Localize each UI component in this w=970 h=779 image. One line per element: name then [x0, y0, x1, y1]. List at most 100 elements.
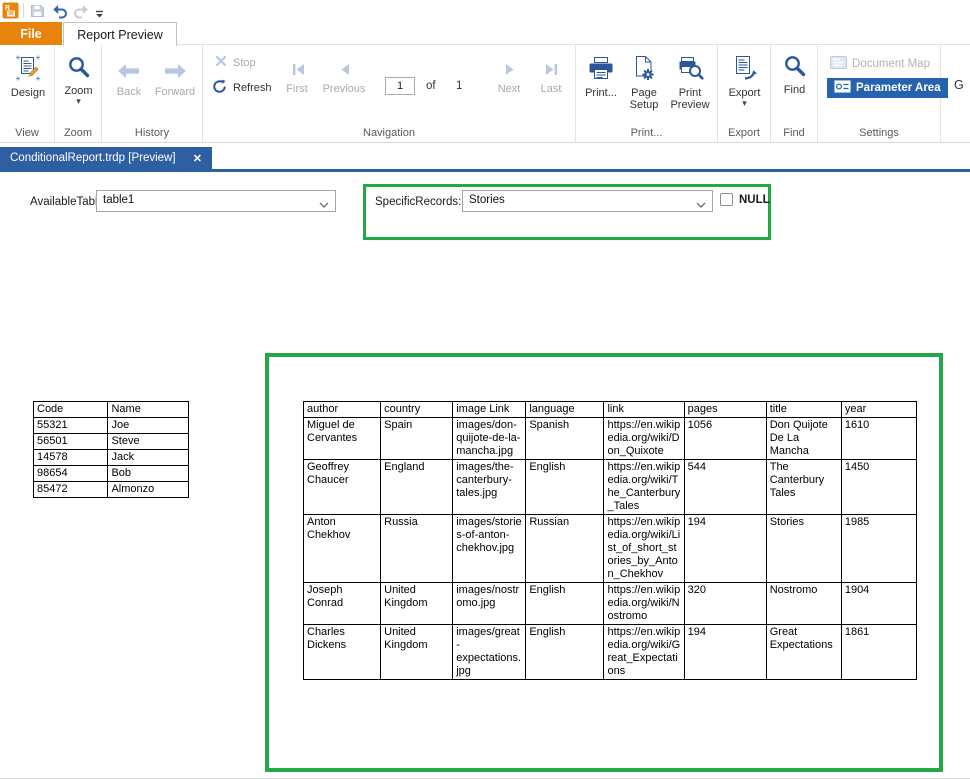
table-cell: https://en.wikipedia.org/wiki/The_Canter…: [603, 459, 685, 515]
table-cell: 194: [683, 624, 767, 680]
table-cell: Jack: [107, 449, 189, 466]
print-preview-icon: [665, 52, 715, 84]
back-button[interactable]: Back: [108, 59, 150, 98]
table-cell: 55321: [32, 417, 109, 434]
stop-button[interactable]: Stop: [215, 55, 256, 70]
print-label: Print...: [585, 87, 617, 99]
column-header: Name: [107, 401, 189, 418]
group-navigation: Stop Refresh First Previous 1 of 1 Next …: [203, 45, 576, 142]
group-zoom: Zoom ▾ Zoom: [55, 45, 102, 142]
table-row: 85472 Almonzo: [32, 481, 189, 498]
table-row: 14578 Jack: [32, 449, 189, 466]
books-table: author country image Link language link pages…: [302, 401, 918, 680]
print-preview-button[interactable]: Print Preview: [665, 52, 715, 111]
table: Code Name 55321 Joe 56501 Steve 14578 Jack 98654…: [32, 401, 189, 498]
parameter-area-label: Parameter Area: [856, 82, 941, 94]
first-page-button[interactable]: First: [277, 58, 317, 95]
group-settings: Document Map Parameter Area Settings: [818, 45, 948, 142]
next-page-label: Next: [497, 83, 521, 95]
column-header: link: [603, 401, 685, 418]
last-page-button[interactable]: Last: [531, 58, 571, 95]
table-cell: English: [525, 582, 605, 625]
table-cell: United Kingdom: [380, 582, 454, 625]
print-preview-label: Print Preview: [670, 87, 710, 111]
page-setup-label: Page Setup: [629, 87, 659, 111]
table-cell: images/the-canterbury-tales.jpg: [452, 459, 527, 515]
group-history: Back Forward History: [102, 45, 203, 142]
document-map-icon: [830, 56, 847, 72]
previous-page-icon: [317, 58, 371, 80]
app-logo-icon: R: [2, 2, 19, 24]
page-of-label: of: [426, 80, 436, 92]
design-icon: [7, 52, 49, 84]
column-header: year: [840, 401, 918, 418]
table-row: 98654 Bob: [32, 465, 189, 482]
null-checkbox-label: NULL: [739, 194, 770, 206]
tab-report-preview[interactable]: Report Preview: [63, 22, 177, 46]
table-cell: https://en.wikipedia.org/wiki/Nostromo: [603, 582, 685, 625]
chevron-down-icon: [319, 199, 329, 211]
table-cell: images/stories-of-anton-chekhov.jpg: [452, 514, 527, 583]
redo-icon[interactable]: [73, 4, 90, 24]
page-setup-button[interactable]: Page Setup: [623, 52, 665, 111]
zoom-button[interactable]: Zoom ▾: [60, 54, 97, 106]
table-cell: https://en.wikipedia.org/wiki/Don_Quixot…: [603, 417, 685, 460]
ribbon: Design View Zoom ▾ Zoom Back Forward His…: [0, 45, 970, 143]
refresh-icon: [212, 79, 227, 97]
table-row: 55321 Joe: [32, 417, 189, 434]
table-row: Anton Chekhov Russia images/stories-of-ant…: [302, 514, 918, 583]
tab-file[interactable]: File: [0, 22, 62, 45]
document-tab-strip: ConditionalReport.trdp [Preview] ✕: [0, 147, 970, 172]
table-cell: 1610: [840, 417, 918, 460]
table-cell: 320: [683, 582, 767, 625]
null-checkbox[interactable]: [720, 193, 733, 206]
parameter-area-button[interactable]: Parameter Area: [827, 78, 948, 98]
table-cell: 1861: [840, 624, 918, 680]
stop-icon: [215, 55, 227, 70]
group-view: Design View: [0, 45, 55, 142]
print-button[interactable]: Print...: [579, 52, 623, 99]
next-page-button[interactable]: Next: [489, 58, 529, 95]
group-find: Find Find: [771, 45, 818, 142]
specific-records-value: Stories: [469, 194, 505, 206]
table-row: Geoffrey Chaucer England images/the-canter…: [302, 459, 918, 515]
zoom-icon: [60, 54, 97, 82]
undo-icon[interactable]: [51, 4, 68, 24]
zoom-dropdown-caret-icon: ▾: [76, 96, 81, 106]
group-label-zoom: Zoom: [63, 127, 93, 139]
save-icon[interactable]: [30, 3, 45, 23]
next-page-icon: [489, 58, 529, 80]
available-table-dropdown[interactable]: table1: [96, 190, 336, 212]
page-count-label: 1: [456, 80, 463, 92]
table-cell: 1450: [840, 459, 918, 515]
find-button[interactable]: Find: [775, 53, 814, 96]
export-icon: [722, 52, 767, 84]
refresh-button[interactable]: Refresh: [212, 79, 272, 97]
group-export: Export ▾ Export: [718, 45, 771, 142]
document-map-button[interactable]: Document Map: [830, 56, 930, 72]
table-row: Miguel de Cervantes Spain images/don-quijo…: [302, 417, 918, 460]
specific-records-label: SpecificRecords:: [375, 196, 462, 208]
clipped-group-text: G: [954, 78, 964, 92]
table-cell: Charles Dickens: [302, 624, 382, 680]
forward-button[interactable]: Forward: [150, 59, 200, 98]
previous-page-button[interactable]: Previous: [317, 58, 371, 95]
table-cell: 56501: [32, 433, 109, 450]
available-table-value: table1: [103, 194, 135, 206]
table-row: Joseph Conrad United Kingdom images/nostro…: [302, 582, 918, 625]
find-icon: [775, 53, 814, 81]
page-number-input[interactable]: [385, 77, 415, 95]
refresh-label: Refresh: [233, 82, 272, 94]
table-cell: 85472: [32, 481, 109, 498]
table-cell: 14578: [32, 449, 109, 466]
table-cell: Don Quijote De La Mancha: [765, 417, 842, 460]
close-icon[interactable]: ✕: [193, 152, 202, 165]
table-cell: Miguel de Cervantes: [302, 417, 382, 460]
document-tab[interactable]: ConditionalReport.trdp [Preview] ✕: [0, 147, 212, 169]
export-button[interactable]: Export ▾: [722, 52, 767, 108]
group-label-export: Export: [728, 127, 760, 139]
column-header: pages: [683, 401, 767, 418]
specific-records-dropdown[interactable]: Stories: [462, 190, 713, 212]
design-button[interactable]: Design: [7, 52, 49, 99]
first-page-label: First: [286, 83, 308, 95]
